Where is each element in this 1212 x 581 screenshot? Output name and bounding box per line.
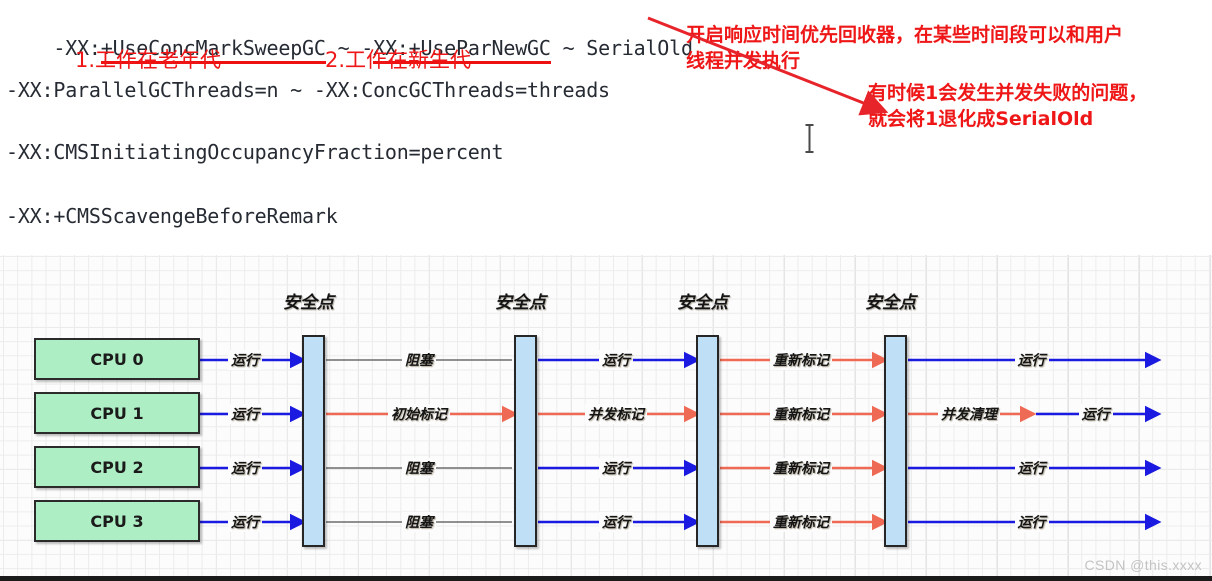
safepoint-label: 安全点 <box>283 293 334 313</box>
segment-label: 重新标记 <box>770 350 832 370</box>
text-cursor-icon <box>805 124 814 153</box>
safepoint-bar <box>302 335 325 547</box>
segment-label: 重新标记 <box>770 512 832 532</box>
safepoint-label: 安全点 <box>677 293 728 313</box>
segment-label: 运行 <box>1014 458 1049 478</box>
safepoint-label: 安全点 <box>865 293 916 313</box>
cpu-box-2: CPU 2 <box>34 446 200 488</box>
segment-label: 运行 <box>228 512 262 532</box>
cpu-box-1: CPU 1 <box>34 392 200 434</box>
label-young-gen: 2.工作在新生代 <box>325 48 472 72</box>
safepoint-bar <box>696 335 719 547</box>
note-fallback: 有时候1会发生并发失败的问题， 就会将1退化成SerialOld <box>868 82 1148 130</box>
segment-label: 运行 <box>1078 404 1113 424</box>
segment-label: 初始标记 <box>388 404 450 424</box>
segment-label: 并发清理 <box>938 404 1000 424</box>
segment-label: 运行 <box>228 458 262 478</box>
segment-label: 重新标记 <box>770 458 832 478</box>
segment-label: 运行 <box>599 458 633 478</box>
cms-timeline-diagram: CSDN @this.xxxx 运行 阻塞 运行 重新标记 运行 运行 初始标记 并发标记 重新… <box>0 255 1212 581</box>
segment-label: 阻塞 <box>402 350 436 370</box>
segment-label: 并发标记 <box>585 404 647 424</box>
code-line-scavenge-before-remark: -XX:+CMSScavengeBeforeRemark <box>6 204 338 228</box>
segment-label: 阻塞 <box>402 458 436 478</box>
bottom-strip <box>0 576 1212 581</box>
segment-label: 运行 <box>1014 512 1049 532</box>
segment-label: 运行 <box>1014 350 1049 370</box>
label-old-gen: 1.工作在老年代 <box>75 48 222 72</box>
safepoint-label: 安全点 <box>495 293 546 313</box>
segment-label: 运行 <box>228 350 262 370</box>
segment-label: 运行 <box>599 512 633 532</box>
segment-label: 运行 <box>599 350 633 370</box>
safepoint-bar <box>884 335 907 547</box>
watermark: CSDN @this.xxxx <box>1084 557 1202 573</box>
segment-label: 阻塞 <box>402 512 436 532</box>
cpu-box-0: CPU 0 <box>34 338 200 380</box>
code-line-gc-threads: -XX:ParallelGCThreads=n ~ -XX:ConcGCThre… <box>6 78 610 102</box>
code-line-occupancy-fraction: -XX:CMSInitiatingOccupancyFraction=perce… <box>6 140 504 164</box>
code-suffix-serialold: ~ SerialOld <box>550 36 693 60</box>
note-concurrent: 开启响应时间优先回收器，在某些时间段可以和用户 线程并发执行 <box>686 24 1124 72</box>
cpu-box-3: CPU 3 <box>34 500 200 542</box>
safepoint-bar <box>514 335 537 547</box>
notes-region: -XX:+UseConcMarkSweepGC ~ -XX:+UseParNew… <box>0 0 1212 255</box>
segment-label: 重新标记 <box>770 404 832 424</box>
segment-label: 运行 <box>228 404 262 424</box>
